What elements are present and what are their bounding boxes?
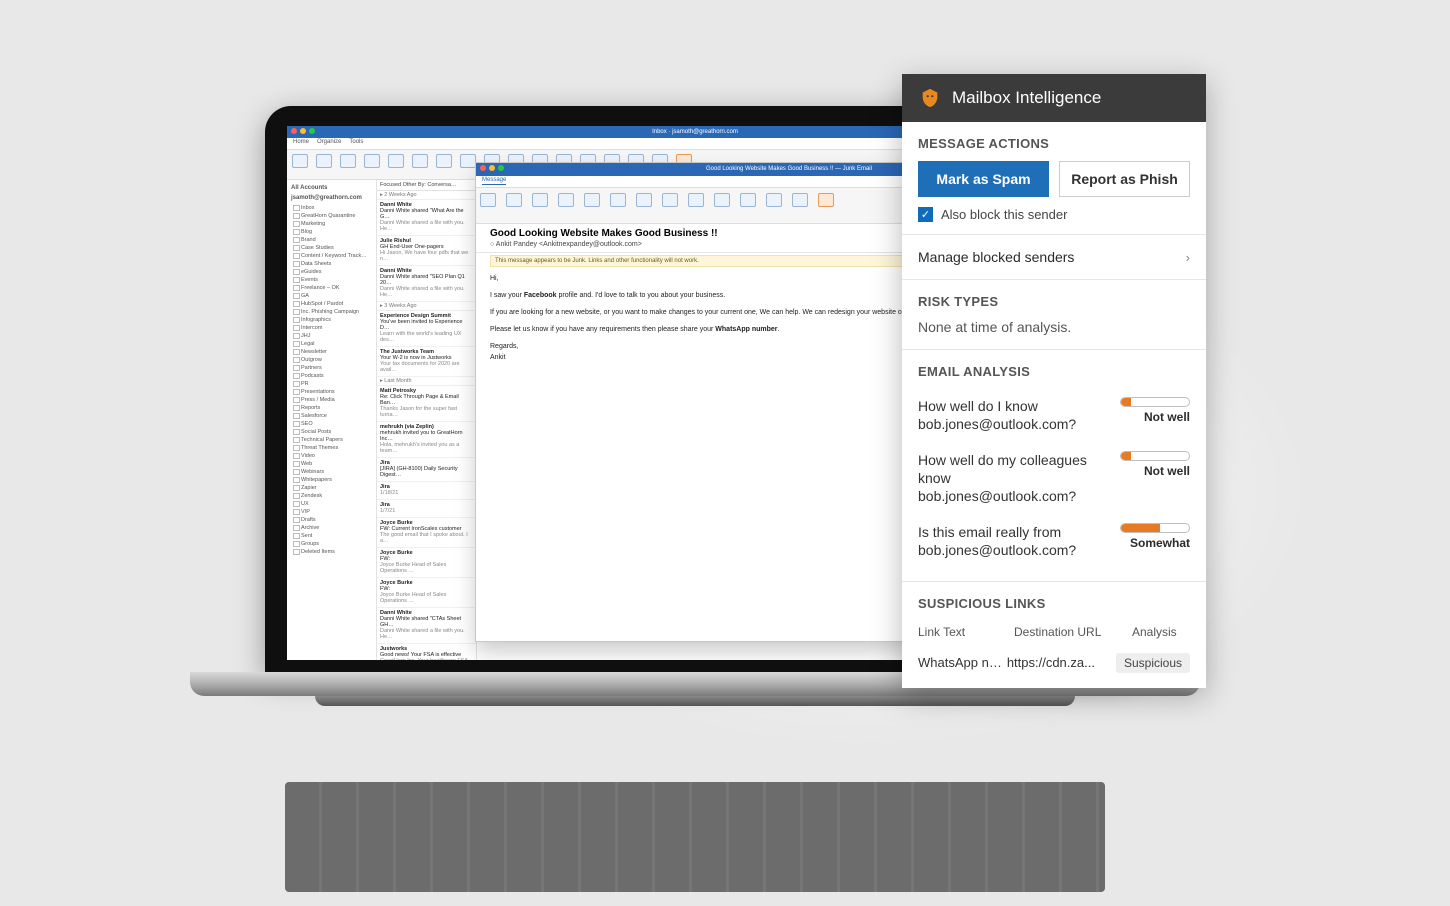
folder-tree[interactable]: All Accounts jsamoth@greathorn.com Inbox… [287,180,377,660]
panel-title: Mailbox Intelligence [952,88,1101,108]
folder-item[interactable]: Web [291,460,372,468]
mailbox-intelligence-panel: Mailbox Intelligence MESSAGE ACTIONS Mar… [902,74,1206,688]
folder-item[interactable]: HubSpot / Pardot [291,300,372,308]
folder-item[interactable]: Podcasts [291,372,372,380]
folder-item[interactable]: GA [291,292,372,300]
greathorn-icon [818,193,836,217]
folder-item[interactable]: Inbox [291,204,372,212]
analysis-row: Is this email really frombob.jones@outlo… [918,523,1190,559]
link-text-cell: WhatsApp nu... [918,655,1007,670]
folder-item[interactable]: Drafts [291,516,372,524]
folder-item[interactable]: Data Sheets [291,260,372,268]
message-list-item[interactable]: JustworksGood news! Your FSA is effectiv… [377,644,476,660]
block-sender-checkbox[interactable]: ✓ Also block this sender [902,205,1206,234]
folder-item[interactable]: Webinars [291,468,372,476]
folder-item[interactable]: eGuides [291,268,372,276]
folder-item[interactable]: Freelance – OK [291,284,372,292]
panel-header: Mailbox Intelligence [902,74,1206,122]
risk-meter [1120,451,1190,461]
checkbox-checked-icon: ✓ [918,207,933,222]
folder-item[interactable]: Technical Papers [291,436,372,444]
folder-item[interactable]: Blog [291,228,372,236]
message-list-item[interactable]: Jira1/7/21 [377,500,476,518]
message-list-item[interactable]: Joyce BurkeFW:Joyce Burke Head of Sales … [377,548,476,578]
folder-item[interactable]: Outgrow [291,356,372,364]
links-table-header: Link TextDestination URLAnalysis [918,625,1190,639]
folder-item[interactable]: Legal [291,340,372,348]
message-tab[interactable]: Message [482,177,506,185]
folder-item[interactable]: Groups [291,540,372,548]
folder-item[interactable]: Infographics [291,316,372,324]
folder-item[interactable]: Whitepapers [291,476,372,484]
folder-item[interactable]: Social Posts [291,428,372,436]
folder-item[interactable]: Reports [291,404,372,412]
folder-item[interactable]: Content / Keyword Track… [291,252,372,260]
folder-item[interactable]: Presentations [291,388,372,396]
folder-item[interactable]: VIP [291,508,372,516]
risk-meter-label: Somewhat [1130,536,1190,550]
folder-item[interactable]: Case Studies [291,244,372,252]
message-list-item[interactable]: Danni WhiteDanni White shared "CTAs Shee… [377,608,476,644]
message-list-item[interactable]: Matt PetroskyRe: Click Through Page & Em… [377,386,476,422]
risk-meter-label: Not well [1144,410,1190,424]
message-window-title: Good Looking Website Makes Good Business… [706,166,872,172]
message-list-item[interactable]: Danni WhiteDanni White shared "SEO Plan … [377,266,476,302]
logo-icon [918,86,942,110]
folder-item[interactable]: Archive [291,524,372,532]
chevron-right-icon: › [1186,250,1190,265]
message-actions-title: MESSAGE ACTIONS [902,122,1206,161]
folder-item[interactable]: Sent [291,532,372,540]
folder-item[interactable]: JHJ [291,332,372,340]
folder-item[interactable]: Threat Themes [291,444,372,452]
folder-item[interactable]: Marketing [291,220,372,228]
analysis-row: How well do I knowbob.jones@outlook.com?… [918,397,1190,433]
risk-meter [1120,523,1190,533]
suspicious-links-title: SUSPICIOUS LINKS [902,582,1206,621]
folder-item[interactable]: Salesforce [291,412,372,420]
message-list-item[interactable]: Joyce BurkeFW: Current IronScales custom… [377,518,476,548]
risk-meter-label: Not well [1144,464,1190,478]
message-list-item[interactable]: mehrukh (via Zeplin)mehrukh invited you … [377,422,476,458]
message-list-item[interactable]: The Justworks TeamYour W-2 is now in Jus… [377,347,476,377]
message-list-item[interactable]: Danni WhiteDanni White shared "What Are … [377,200,476,236]
message-list-item[interactable]: Jira[JIRA] (GH-8100) Daily Security Dige… [377,458,476,482]
folder-item[interactable]: PR [291,380,372,388]
message-list-item[interactable]: Experience Design SummitYou've been invi… [377,311,476,347]
message-list-item[interactable]: Jira1/18/21 [377,482,476,500]
folder-item[interactable]: Zapier [291,484,372,492]
link-analysis-tag: Suspicious [1116,653,1190,673]
analysis-questions: How well do I knowbob.jones@outlook.com?… [902,389,1206,581]
folder-item[interactable]: Inc. Phishing Campaign [291,308,372,316]
risk-types-title: RISK TYPES [902,280,1206,319]
folder-item[interactable]: Press / Media [291,396,372,404]
folder-item[interactable]: Events [291,276,372,284]
mark-as-spam-button[interactable]: Mark as Spam [918,161,1049,197]
folder-item[interactable]: Zendesk [291,492,372,500]
links-table-row[interactable]: WhatsApp nu... https://cdn.za... Suspici… [918,655,1190,670]
folder-item[interactable]: Partners [291,364,372,372]
folder-item[interactable]: Newsletter [291,348,372,356]
analysis-row: How well do my colleagues knowbob.jones@… [918,451,1190,505]
risk-types-value: None at time of analysis. [902,319,1206,349]
folder-item[interactable]: SEO [291,420,372,428]
folder-item[interactable]: UX [291,500,372,508]
window-title: Inbox · jsamoth@greathorn.com [652,129,738,135]
manage-blocked-senders-link[interactable]: Manage blocked senders › [902,235,1206,279]
link-url-cell: https://cdn.za... [1007,655,1116,670]
folder-item[interactable]: GreatHorn Quarantine [291,212,372,220]
email-analysis-title: EMAIL ANALYSIS [902,350,1206,389]
message-list-item[interactable]: Joyce BurkeFW:Joyce Burke Head of Sales … [377,578,476,608]
folder-item[interactable]: Deleted Items [291,548,372,556]
report-as-phish-button[interactable]: Report as Phish [1059,161,1190,197]
message-list[interactable]: Focused Other By: Conversa… ▸ 2 Weeks Ag… [377,180,477,660]
folder-item[interactable]: Brand [291,236,372,244]
folder-item[interactable]: Video [291,452,372,460]
risk-meter [1120,397,1190,407]
folder-item[interactable]: Intercom [291,324,372,332]
message-list-item[interactable]: Julie RishulGH End-User One-pagersHi Jas… [377,236,476,266]
